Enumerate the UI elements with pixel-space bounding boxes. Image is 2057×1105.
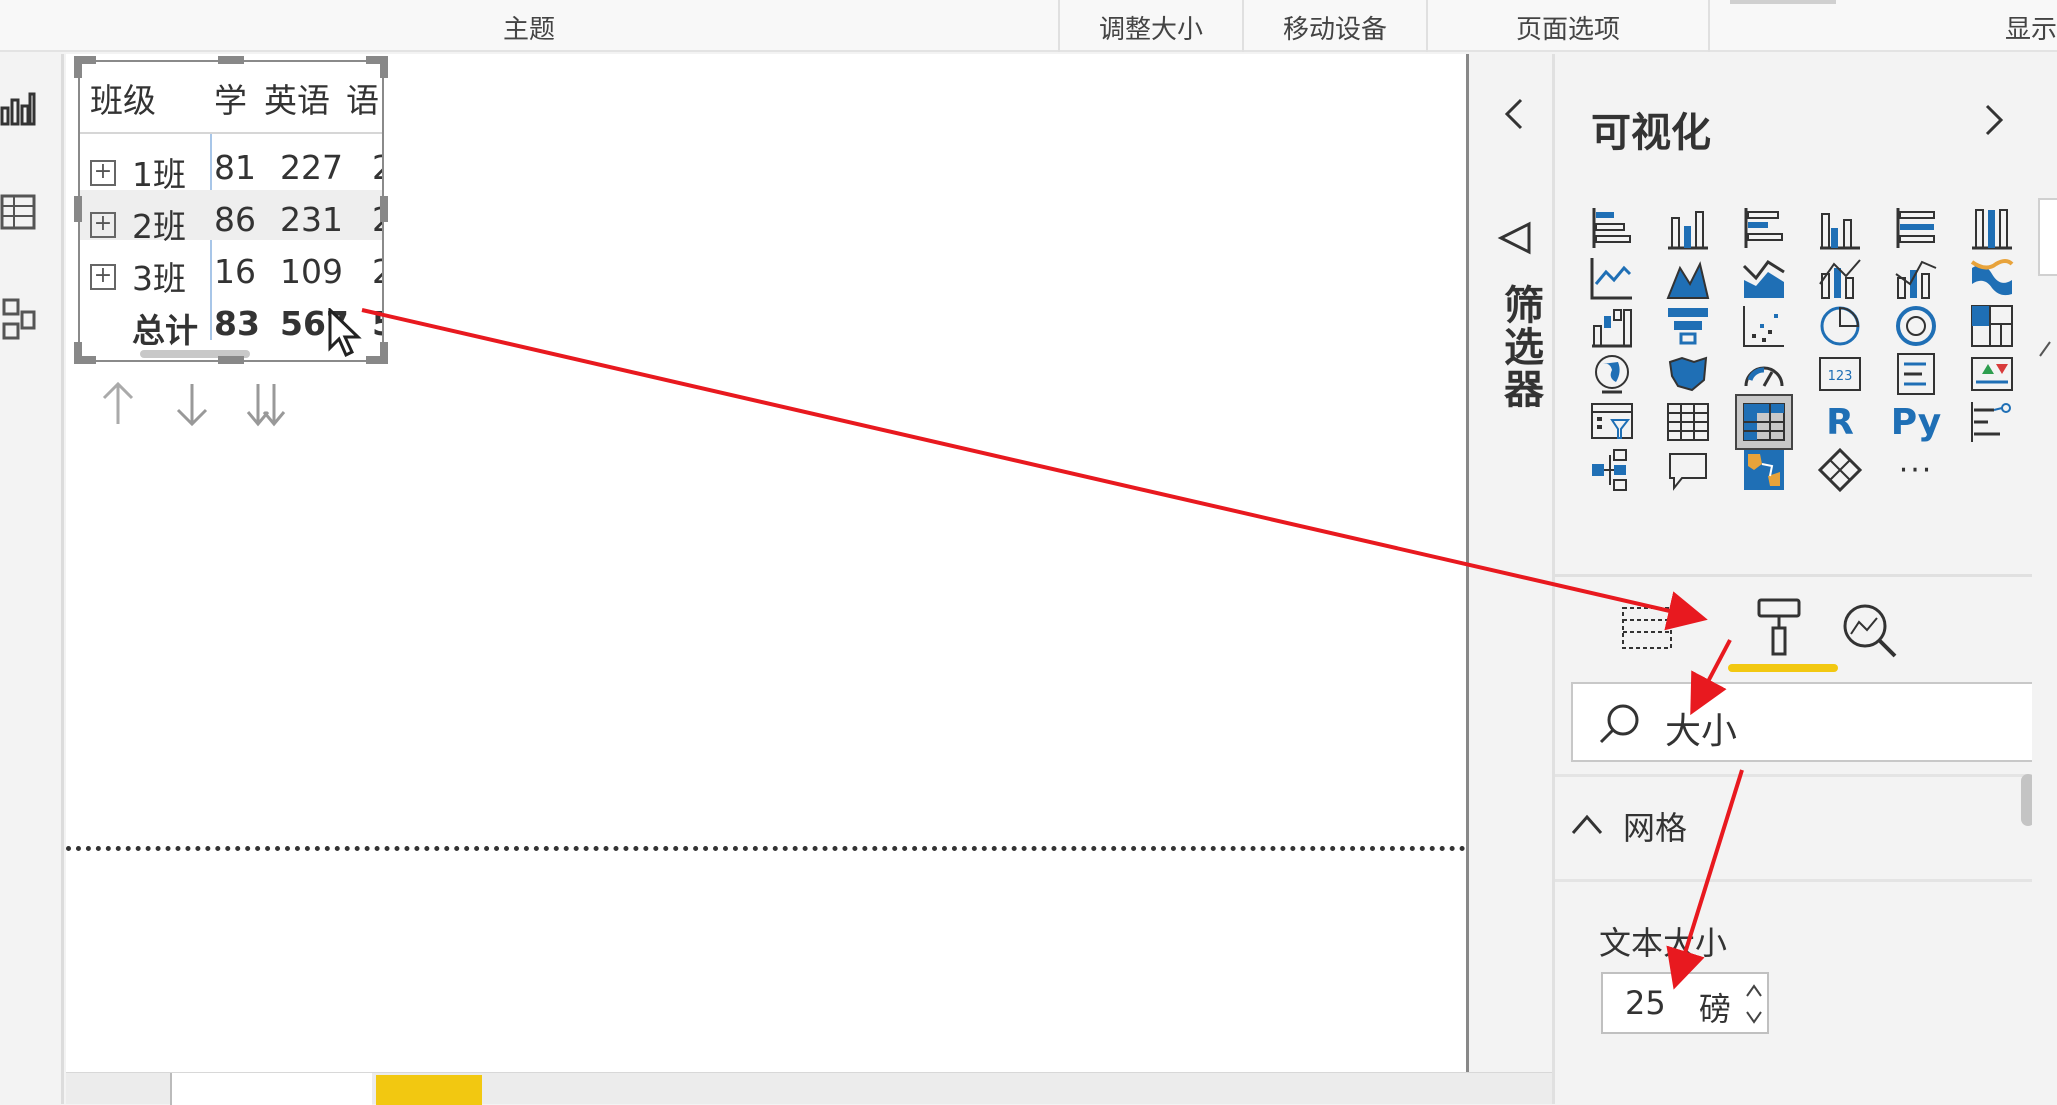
- ribbon-group-label: 主题: [502, 15, 555, 45]
- search-value: 大小: [1665, 711, 1738, 752]
- python-visual-label: Py: [1890, 401, 1942, 443]
- cell: 227: [280, 148, 343, 187]
- stacked-column-chart-icon[interactable]: [1659, 200, 1717, 256]
- ribbon-group-label: 移动设备: [1282, 15, 1387, 45]
- resize-handle[interactable]: [74, 56, 82, 78]
- ribbon-group-label: 显示: [2004, 15, 2057, 45]
- cell: 109: [280, 252, 343, 291]
- cell: 2: [372, 252, 382, 291]
- fields-pane-collapsed: [2032, 54, 2057, 1104]
- svg-text:123: 123: [1828, 369, 1853, 384]
- cell: 16: [214, 252, 256, 291]
- cell: 231: [280, 200, 343, 239]
- decomposition-tree-icon[interactable]: [1583, 442, 1641, 498]
- text-size-stepper[interactable]: 25 磅: [1601, 972, 1769, 1034]
- total-cell: 5: [372, 304, 382, 343]
- left-nav: [0, 54, 64, 1104]
- ribbon-group-display[interactable]: 显示: [1710, 0, 2057, 52]
- grid-section-header[interactable]: 网格: [1555, 774, 2035, 882]
- ribbon-group-theme[interactable]: 主题: [0, 0, 1060, 52]
- grid-section-title: 网格: [1623, 809, 1688, 847]
- 100-stacked-bar-chart-icon[interactable]: [1887, 200, 1945, 256]
- cell: 86: [214, 200, 256, 239]
- total-label: 总计: [132, 311, 198, 350]
- filter-icon: [1497, 220, 1533, 256]
- key-influencers-icon[interactable]: [1963, 394, 2021, 450]
- smart-narrative-icon[interactable]: [1811, 442, 1869, 498]
- expand-icon[interactable]: +: [90, 212, 116, 238]
- ribbon: 主题 调整大小 移动设备 页面选项 显示: [0, 0, 2057, 52]
- ribbon-group-label: 页面选项: [1515, 15, 1620, 45]
- text-size-value: 25: [1625, 984, 1666, 1022]
- ribbon-group-mobile[interactable]: 移动设备: [1244, 0, 1428, 52]
- resize-handle[interactable]: [74, 342, 82, 364]
- fields-tab-icon[interactable]: [1619, 602, 1675, 654]
- chevron-up-icon[interactable]: [2038, 334, 2057, 364]
- qa-icon[interactable]: [1659, 442, 1717, 498]
- more-visuals-label: ···: [1898, 452, 1934, 488]
- visualizations-pane: 可视化 123 R Py ··· 大小 网格 文本大小 25 磅: [1552, 54, 2037, 1104]
- expand-icon[interactable]: +: [90, 264, 116, 290]
- stepper-up-icon[interactable]: [1743, 980, 1765, 1002]
- resize-handle[interactable]: [218, 356, 244, 364]
- analytics-magnifier-icon[interactable]: [1839, 600, 1901, 660]
- chevron-left-icon[interactable]: [1499, 94, 1529, 134]
- shape-map-icon[interactable]: [1735, 442, 1793, 498]
- ribbon-group-page-options[interactable]: 页面选项: [1428, 0, 1710, 52]
- report-view-icon[interactable]: [0, 88, 40, 134]
- column-header-english[interactable]: 英语: [264, 74, 330, 122]
- fields-pane-tab[interactable]: [2038, 198, 2057, 276]
- format-search-input[interactable]: 大小: [1571, 682, 2037, 762]
- column-header[interactable]: 语: [346, 74, 379, 122]
- column-header-class[interactable]: 班级: [90, 74, 156, 122]
- stacked-bar-chart-icon[interactable]: [1583, 200, 1641, 256]
- drill-up-icon[interactable]: [96, 380, 140, 428]
- column-header[interactable]: 学: [214, 74, 247, 122]
- text-size-unit: 磅: [1699, 990, 1732, 1028]
- format-paint-roller-icon[interactable]: [1751, 596, 1807, 658]
- clustered-column-chart-icon[interactable]: [1811, 200, 1869, 256]
- page-tab[interactable]: [170, 1073, 372, 1105]
- total-cell: 83: [214, 304, 260, 343]
- row-class: 3班: [132, 259, 186, 298]
- clustered-bar-chart-icon[interactable]: [1735, 200, 1793, 256]
- resize-handle[interactable]: [380, 196, 388, 222]
- data-view-icon[interactable]: [0, 192, 40, 238]
- search-icon: [1595, 700, 1643, 748]
- row-class: 2班: [132, 207, 186, 246]
- page-tabs-bar: [66, 1072, 1552, 1105]
- drill-down-icon[interactable]: [170, 380, 214, 428]
- text-size-label: 文本大小: [1599, 924, 1728, 962]
- row-class: 1班: [132, 155, 186, 194]
- visualizations-title: 可视化: [1591, 110, 1711, 156]
- resize-handle[interactable]: [380, 56, 388, 78]
- resize-handle[interactable]: [218, 56, 244, 64]
- resize-handle[interactable]: [74, 196, 82, 222]
- expand-all-down-icon[interactable]: [244, 380, 288, 428]
- filters-pane: 筛选器: [1466, 54, 1552, 1072]
- filters-title[interactable]: 筛选器: [1491, 284, 1549, 410]
- expand-icon[interactable]: +: [90, 160, 116, 186]
- more-visuals-icon[interactable]: ···: [1887, 442, 1945, 498]
- chevron-up-icon: [1569, 809, 1605, 839]
- page-boundary-line: [66, 846, 1466, 851]
- chevron-right-icon[interactable]: [1979, 100, 2009, 140]
- cell: 2: [372, 148, 382, 187]
- ribbon-group-label: 调整大小: [1098, 15, 1203, 45]
- mouse-cursor-icon: [328, 306, 362, 358]
- active-tab-underline: [1728, 664, 1838, 672]
- resize-handle[interactable]: [380, 342, 388, 364]
- stepper-down-icon[interactable]: [1743, 1006, 1765, 1028]
- 100-stacked-column-chart-icon[interactable]: [1963, 200, 2021, 256]
- r-visual-label: R: [1826, 401, 1854, 443]
- ribbon-group-resize[interactable]: 调整大小: [1060, 0, 1244, 52]
- new-page-tab[interactable]: [376, 1075, 482, 1105]
- model-view-icon[interactable]: [0, 298, 40, 344]
- cell: 81: [214, 148, 256, 187]
- ribbon-divider: [1730, 0, 1836, 4]
- pane-divider: [1555, 574, 2035, 577]
